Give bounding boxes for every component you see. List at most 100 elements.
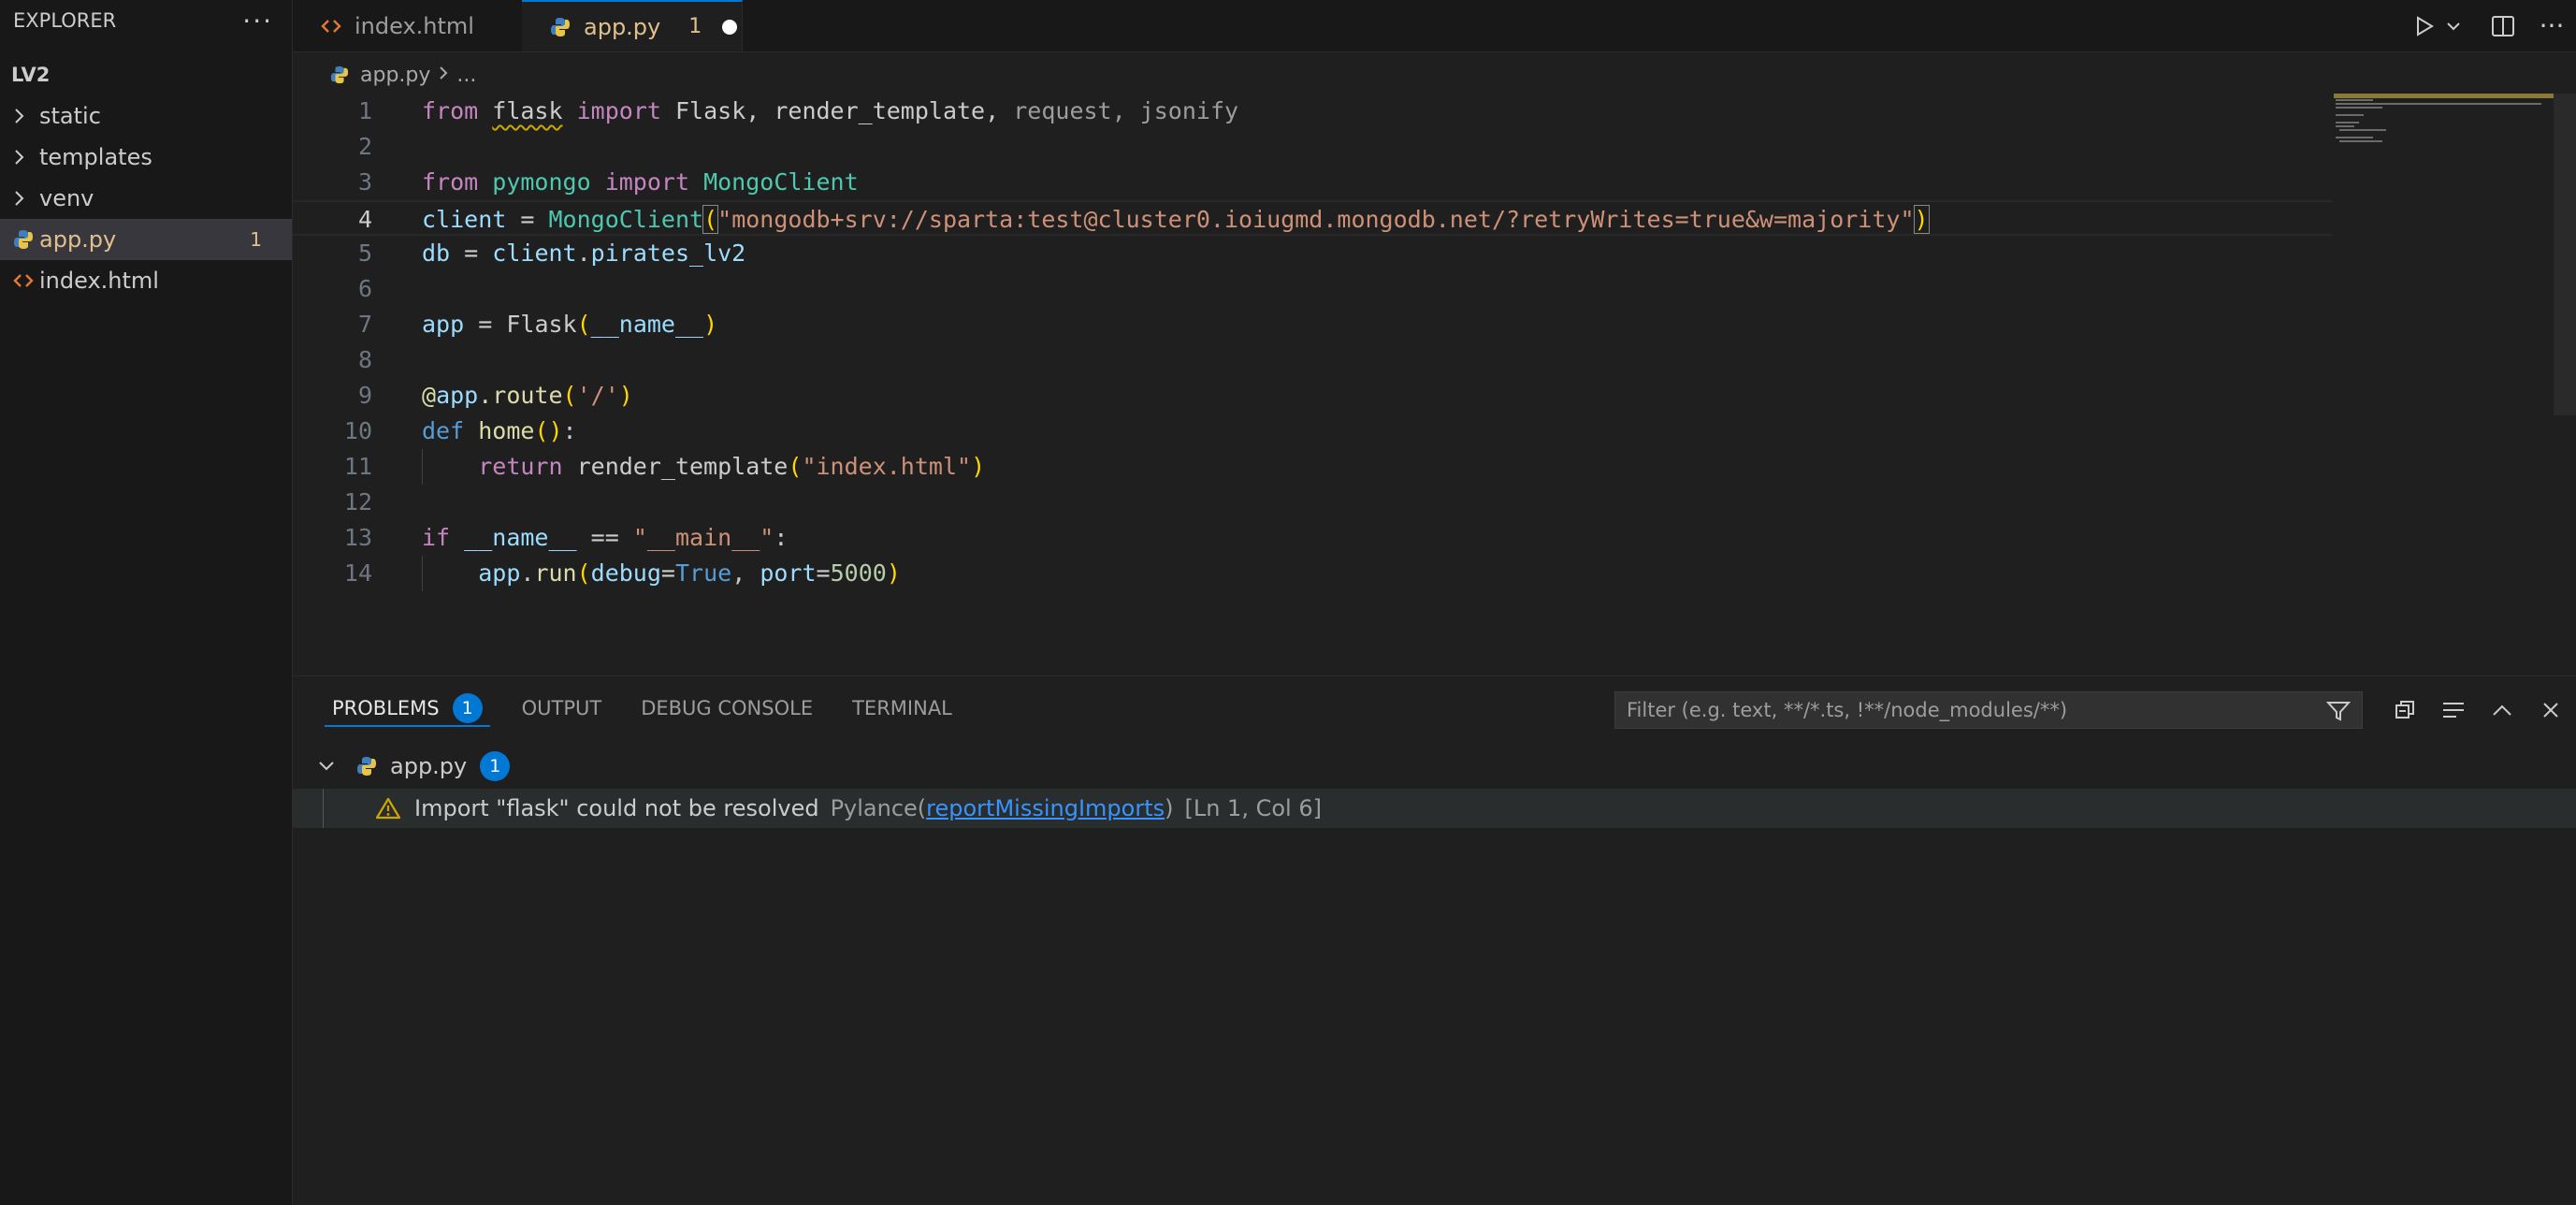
- tab-label: index.html: [355, 12, 474, 39]
- unsaved-dot-icon[interactable]: [722, 19, 738, 35]
- sidebar-item-label: templates: [39, 144, 152, 170]
- view-as-list-icon[interactable]: [2429, 700, 2478, 720]
- panel-tabs: PROBLEMS 1 OUTPUT DEBUG CONSOLE TERMINAL: [293, 676, 952, 740]
- sidebar-item-label: static: [39, 103, 101, 129]
- line-number: 4: [357, 206, 372, 233]
- line-number: 5: [357, 240, 372, 267]
- filter-icon[interactable]: [2325, 700, 2352, 727]
- python-file-icon: [13, 229, 39, 250]
- python-file-icon: [550, 17, 571, 37]
- tab-terminal[interactable]: TERMINAL: [852, 676, 952, 740]
- problems-badge: 1: [452, 693, 483, 723]
- tab-label: TERMINAL: [852, 697, 952, 719]
- chevron-down-icon: [317, 760, 336, 773]
- panel-actions: [2381, 691, 2575, 729]
- warning-icon: [375, 796, 401, 820]
- code-line: 11 return render_template("index.html"): [293, 449, 2332, 485]
- line-number: 8: [357, 346, 372, 373]
- code-line-current: 4 client = MongoClient("mongodb+srv://spa…: [293, 200, 2332, 236]
- code-text: app.run(debug=True, port=5000): [478, 559, 901, 587]
- explorer-header: EXPLORER ···: [0, 0, 292, 41]
- code-line: 5 db = client.pirates_lv2: [293, 236, 2332, 271]
- tab-label: OUTPUT: [521, 697, 602, 719]
- line-number: 3: [357, 168, 372, 196]
- code-line: 1 from flask import Flask, render_templat…: [293, 94, 2332, 129]
- code-text: client = MongoClient("mongodb+srv://spar…: [422, 205, 1930, 234]
- maximize-panel-icon[interactable]: [2478, 703, 2526, 718]
- workspace-root[interactable]: LV2: [0, 54, 292, 95]
- close-icon[interactable]: [2526, 700, 2575, 720]
- bottom-panel: PROBLEMS 1 OUTPUT DEBUG CONSOLE TERMINAL…: [293, 675, 2576, 1205]
- line-number: 11: [343, 453, 372, 480]
- split-editor-icon[interactable]: [2479, 15, 2527, 37]
- line-number: 2: [357, 133, 372, 160]
- tab-problems[interactable]: PROBLEMS 1: [325, 676, 490, 740]
- tab-app-py[interactable]: app.py 1: [522, 0, 743, 51]
- chevron-right-icon: [13, 189, 39, 208]
- code-editor[interactable]: 1 from flask import Flask, render_templat…: [293, 94, 2576, 675]
- tab-label: app.py: [584, 13, 661, 40]
- code-line: 13 if __name__ == "__main__":: [293, 520, 2332, 556]
- html-file-icon: [321, 17, 341, 36]
- workspace-root-label: LV2: [11, 64, 51, 86]
- problem-source: Pylance(: [830, 795, 927, 821]
- chevron-right-icon: [13, 107, 39, 125]
- sidebar-item-label: index.html: [39, 268, 159, 294]
- tab-index-html[interactable]: index.html: [293, 0, 550, 51]
- breadcrumb: app.py ...: [293, 56, 2576, 94]
- line-number: 10: [343, 417, 372, 444]
- editor-tab-bar: index.html app.py 1 ···: [293, 0, 2576, 52]
- code-line: 10 def home():: [293, 414, 2332, 449]
- code-line: 8: [293, 342, 2332, 378]
- code-line: 6: [293, 271, 2332, 307]
- collapse-all-icon[interactable]: [2381, 699, 2429, 721]
- explorer-title: EXPLORER: [13, 9, 117, 32]
- editor-scrollbar[interactable]: [2554, 94, 2576, 415]
- problem-source-end: ): [1165, 795, 1174, 821]
- problem-location: [Ln 1, Col 6]: [1184, 795, 1322, 821]
- code-line: 7 app = Flask(__name__): [293, 307, 2332, 342]
- problems-file-label: app.py: [390, 753, 468, 779]
- sidebar-item-venv[interactable]: venv: [0, 178, 292, 219]
- problem-item[interactable]: Import "flask" could not be resolved Pyl…: [293, 789, 2576, 828]
- problem-count: 1: [688, 15, 702, 38]
- breadcrumb-symbols[interactable]: ...: [456, 64, 476, 87]
- chevron-down-icon[interactable]: [2441, 21, 2466, 32]
- chevron-right-icon: [13, 148, 39, 167]
- minimap[interactable]: [2334, 94, 2554, 159]
- run-icon[interactable]: [2408, 15, 2441, 37]
- html-file-icon: [13, 271, 39, 290]
- more-actions-icon[interactable]: ···: [242, 6, 273, 36]
- problem-count: 1: [250, 228, 262, 251]
- tab-output[interactable]: OUTPUT: [522, 676, 602, 740]
- chevron-right-icon: [438, 64, 449, 87]
- sidebar-item-static[interactable]: static: [0, 95, 292, 137]
- tab-label: DEBUG CONSOLE: [641, 697, 814, 719]
- sidebar-item-label: venv: [39, 185, 94, 211]
- code-text: from flask import Flask, render_template…: [422, 97, 1239, 124]
- tab-debug-console[interactable]: DEBUG CONSOLE: [641, 676, 813, 740]
- sidebar-item-index-html[interactable]: index.html: [0, 260, 292, 301]
- problem-code-link[interactable]: reportMissingImports: [926, 795, 1165, 821]
- breadcrumb-file[interactable]: app.py: [360, 64, 430, 87]
- line-number: 9: [357, 382, 372, 409]
- python-file-icon: [330, 65, 349, 84]
- code-text: db = client.pirates_lv2: [422, 240, 746, 267]
- sidebar-item-app-py[interactable]: app.py 1: [0, 219, 292, 260]
- code-text: return render_template("index.html"): [478, 453, 986, 480]
- line-number: 7: [357, 311, 372, 338]
- more-actions-icon[interactable]: ···: [2527, 10, 2576, 41]
- code-line: 12: [293, 485, 2332, 520]
- line-number: 14: [343, 559, 372, 587]
- tree-indent-guide: [323, 789, 324, 828]
- code-text: from pymongo import MongoClient: [422, 168, 859, 196]
- problems-file-row[interactable]: app.py 1: [293, 748, 2576, 785]
- code-text: @app.route('/'): [422, 382, 633, 409]
- editor-actions: ···: [2408, 0, 2576, 51]
- tab-label: PROBLEMS: [332, 697, 440, 719]
- code-text: app = Flask(__name__): [422, 311, 718, 338]
- problems-filter-input[interactable]: Filter (e.g. text, **/*.ts, !**/node_mod…: [1614, 691, 2363, 729]
- code-line: 14 app.run(debug=True, port=5000): [293, 556, 2332, 591]
- problem-message: Import "flask" could not be resolved: [414, 795, 819, 821]
- sidebar-item-templates[interactable]: templates: [0, 137, 292, 178]
